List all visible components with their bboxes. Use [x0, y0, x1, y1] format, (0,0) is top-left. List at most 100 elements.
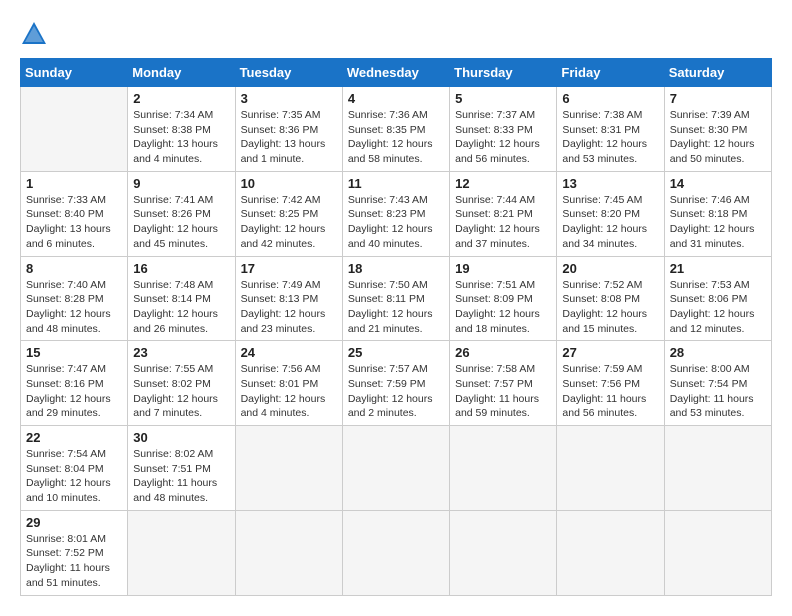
day-detail: Sunrise: 7:58 AMSunset: 7:57 PMDaylight:… [455, 362, 551, 421]
calendar-cell: 26 Sunrise: 7:58 AMSunset: 7:57 PMDayligh… [450, 341, 557, 426]
day-detail: Sunrise: 7:45 AMSunset: 8:20 PMDaylight:… [562, 193, 658, 252]
day-number: 30 [133, 430, 229, 445]
day-detail: Sunrise: 8:00 AMSunset: 7:54 PMDaylight:… [670, 362, 766, 421]
calendar-cell [128, 510, 235, 595]
day-detail: Sunrise: 7:50 AMSunset: 8:11 PMDaylight:… [348, 278, 444, 337]
day-number: 24 [241, 345, 337, 360]
weekday-header-wednesday: Wednesday [342, 59, 449, 87]
weekday-header-monday: Monday [128, 59, 235, 87]
day-detail: Sunrise: 7:53 AMSunset: 8:06 PMDaylight:… [670, 278, 766, 337]
day-number: 14 [670, 176, 766, 191]
day-detail: Sunrise: 7:54 AMSunset: 8:04 PMDaylight:… [26, 447, 122, 506]
day-detail: Sunrise: 7:36 AMSunset: 8:35 PMDaylight:… [348, 108, 444, 167]
day-number: 9 [133, 176, 229, 191]
calendar-cell: 24 Sunrise: 7:56 AMSunset: 8:01 PMDayligh… [235, 341, 342, 426]
calendar-cell: 29 Sunrise: 8:01 AMSunset: 7:52 PMDayligh… [21, 510, 128, 595]
day-number: 8 [26, 261, 122, 276]
calendar-cell: 4 Sunrise: 7:36 AMSunset: 8:35 PMDaylight… [342, 87, 449, 172]
day-number: 1 [26, 176, 122, 191]
day-number: 10 [241, 176, 337, 191]
day-detail: Sunrise: 7:41 AMSunset: 8:26 PMDaylight:… [133, 193, 229, 252]
calendar-cell [557, 510, 664, 595]
calendar-cell: 13Sunrise: 7:45 AMSunset: 8:20 PMDayligh… [557, 171, 664, 256]
calendar-cell: 14 Sunrise: 7:46 AMSunset: 8:18 PMDayligh… [664, 171, 771, 256]
calendar-cell [664, 510, 771, 595]
day-number: 12 [455, 176, 551, 191]
calendar-cell [450, 426, 557, 511]
calendar-cell: 9 Sunrise: 7:41 AMSunset: 8:26 PMDaylight… [128, 171, 235, 256]
weekday-header-thursday: Thursday [450, 59, 557, 87]
calendar-week-5: 29 Sunrise: 8:01 AMSunset: 7:52 PMDayligh… [21, 510, 772, 595]
calendar-cell: 28 Sunrise: 8:00 AMSunset: 7:54 PMDayligh… [664, 341, 771, 426]
calendar-cell: 15 Sunrise: 7:47 AMSunset: 8:16 PMDayligh… [21, 341, 128, 426]
day-detail: Sunrise: 7:46 AMSunset: 8:18 PMDaylight:… [670, 193, 766, 252]
day-number: 26 [455, 345, 551, 360]
day-detail: Sunrise: 7:52 AMSunset: 8:08 PMDaylight:… [562, 278, 658, 337]
day-number: 28 [670, 345, 766, 360]
calendar-cell: 10 Sunrise: 7:42 AMSunset: 8:25 PMDayligh… [235, 171, 342, 256]
day-detail: Sunrise: 7:38 AMSunset: 8:31 PMDaylight:… [562, 108, 658, 167]
day-detail: Sunrise: 7:56 AMSunset: 8:01 PMDaylight:… [241, 362, 337, 421]
calendar-cell: 21Sunrise: 7:53 AMSunset: 8:06 PMDayligh… [664, 256, 771, 341]
day-detail: Sunrise: 7:43 AMSunset: 8:23 PMDaylight:… [348, 193, 444, 252]
day-number: 7 [670, 91, 766, 106]
weekday-header-saturday: Saturday [664, 59, 771, 87]
day-detail: Sunrise: 8:02 AMSunset: 7:51 PMDaylight:… [133, 447, 229, 506]
logo [20, 20, 52, 48]
calendar-cell: 17Sunrise: 7:49 AMSunset: 8:13 PMDayligh… [235, 256, 342, 341]
calendar-week-3: 15 Sunrise: 7:47 AMSunset: 8:16 PMDayligh… [21, 341, 772, 426]
day-detail: Sunrise: 7:51 AMSunset: 8:09 PMDaylight:… [455, 278, 551, 337]
calendar-cell [450, 510, 557, 595]
calendar-cell [21, 87, 128, 172]
day-detail: Sunrise: 7:35 AMSunset: 8:36 PMDaylight:… [241, 108, 337, 167]
day-number: 4 [348, 91, 444, 106]
calendar-cell: 8Sunrise: 7:40 AMSunset: 8:28 PMDaylight… [21, 256, 128, 341]
calendar-table: SundayMondayTuesdayWednesdayThursdayFrid… [20, 58, 772, 596]
day-detail: Sunrise: 7:47 AMSunset: 8:16 PMDaylight:… [26, 362, 122, 421]
day-number: 11 [348, 176, 444, 191]
day-number: 29 [26, 515, 122, 530]
weekday-header-tuesday: Tuesday [235, 59, 342, 87]
day-number: 25 [348, 345, 444, 360]
calendar-cell: 16 Sunrise: 7:48 AMSunset: 8:14 PMDayligh… [128, 256, 235, 341]
day-number: 22 [26, 430, 122, 445]
day-number: 19 [455, 261, 551, 276]
calendar-cell: 30 Sunrise: 8:02 AMSunset: 7:51 PMDayligh… [128, 426, 235, 511]
calendar-week-1: 1 Sunrise: 7:33 AMSunset: 8:40 PMDaylight… [21, 171, 772, 256]
day-number: 17 [241, 261, 337, 276]
day-number: 3 [241, 91, 337, 106]
calendar-cell: 20 Sunrise: 7:52 AMSunset: 8:08 PMDayligh… [557, 256, 664, 341]
calendar-cell: 6 Sunrise: 7:38 AMSunset: 8:31 PMDaylight… [557, 87, 664, 172]
day-detail: Sunrise: 7:55 AMSunset: 8:02 PMDaylight:… [133, 362, 229, 421]
day-detail: Sunrise: 7:44 AMSunset: 8:21 PMDaylight:… [455, 193, 551, 252]
day-number: 23 [133, 345, 229, 360]
calendar-cell: 23 Sunrise: 7:55 AMSunset: 8:02 PMDayligh… [128, 341, 235, 426]
calendar-cell: 3 Sunrise: 7:35 AMSunset: 8:36 PMDaylight… [235, 87, 342, 172]
calendar-cell [342, 426, 449, 511]
day-number: 15 [26, 345, 122, 360]
calendar-cell: 7Sunrise: 7:39 AMSunset: 8:30 PMDaylight… [664, 87, 771, 172]
day-detail: Sunrise: 7:57 AMSunset: 7:59 PMDaylight:… [348, 362, 444, 421]
day-number: 27 [562, 345, 658, 360]
calendar-cell: 11 Sunrise: 7:43 AMSunset: 8:23 PMDayligh… [342, 171, 449, 256]
day-number: 18 [348, 261, 444, 276]
day-number: 16 [133, 261, 229, 276]
calendar-cell [235, 426, 342, 511]
calendar-cell: 19 Sunrise: 7:51 AMSunset: 8:09 PMDayligh… [450, 256, 557, 341]
day-number: 6 [562, 91, 658, 106]
calendar-cell: 2Sunrise: 7:34 AMSunset: 8:38 PMDaylight… [128, 87, 235, 172]
day-detail: Sunrise: 7:48 AMSunset: 8:14 PMDaylight:… [133, 278, 229, 337]
calendar-week-4: 22 Sunrise: 7:54 AMSunset: 8:04 PMDayligh… [21, 426, 772, 511]
day-detail: Sunrise: 7:42 AMSunset: 8:25 PMDaylight:… [241, 193, 337, 252]
calendar-cell [664, 426, 771, 511]
day-detail: Sunrise: 7:33 AMSunset: 8:40 PMDaylight:… [26, 193, 122, 252]
day-number: 2 [133, 91, 229, 106]
day-detail: Sunrise: 8:01 AMSunset: 7:52 PMDaylight:… [26, 532, 122, 591]
logo-icon [20, 20, 48, 48]
calendar-cell: 18 Sunrise: 7:50 AMSunset: 8:11 PMDayligh… [342, 256, 449, 341]
calendar-cell: 5Sunrise: 7:37 AMSunset: 8:33 PMDaylight… [450, 87, 557, 172]
calendar-cell: 25 Sunrise: 7:57 AMSunset: 7:59 PMDayligh… [342, 341, 449, 426]
day-detail: Sunrise: 7:59 AMSunset: 7:56 PMDaylight:… [562, 362, 658, 421]
calendar-cell: 22 Sunrise: 7:54 AMSunset: 8:04 PMDayligh… [21, 426, 128, 511]
day-number: 20 [562, 261, 658, 276]
